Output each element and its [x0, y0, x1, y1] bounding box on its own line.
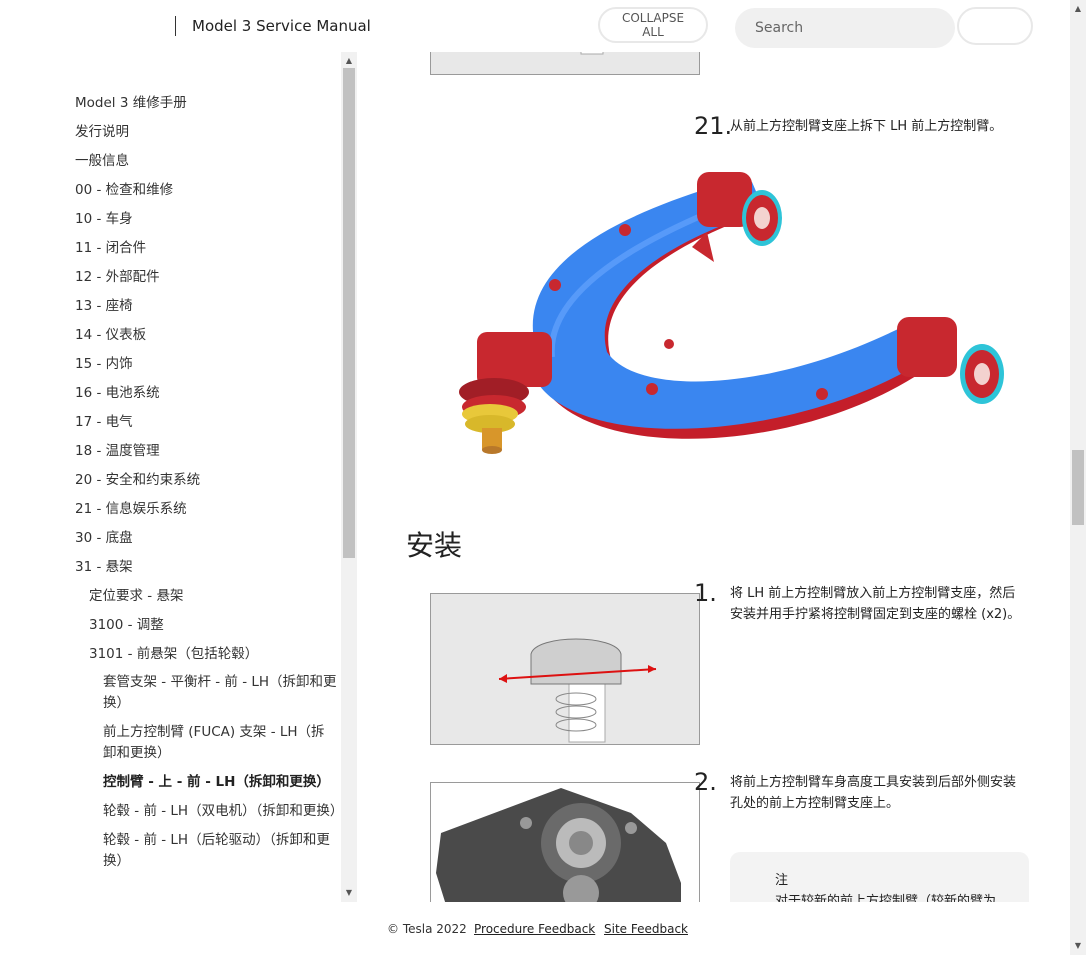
sidebar-item[interactable]: 一般信息	[75, 150, 337, 179]
sidebar-scrollbar-thumb[interactable]	[343, 68, 355, 558]
collapse-label-line2: ALL	[642, 25, 664, 39]
sidebar-item[interactable]: 15 - 内饰	[75, 353, 337, 382]
header: Model 3 Service Manual COLLAPSE ALL	[0, 0, 1070, 52]
collapse-label-line1: COLLAPSE	[621, 11, 685, 25]
page-scroll-down-arrow[interactable]: ▼	[1070, 939, 1086, 953]
site-feedback-link[interactable]: Site Feedback	[604, 922, 688, 936]
footer: © Tesla 2022 Procedure Feedback Site Fee…	[0, 902, 1070, 955]
sidebar-item[interactable]: 3101 - 前悬架（包括轮毂）	[75, 643, 337, 672]
step-1-image	[430, 593, 700, 745]
sidebar-item[interactable]: 00 - 检查和维修	[75, 179, 337, 208]
page-scrollbar-thumb[interactable]	[1072, 450, 1084, 525]
step-2-number: 2.	[694, 768, 717, 796]
sidebar-item[interactable]: 轮毂 - 前 - LH（后轮驱动）（拆卸和更换）	[75, 830, 337, 872]
note-box: 注 对于较新的前上方控制臂（较新的臂为	[730, 852, 1029, 902]
sidebar-item[interactable]: 21 - 信息娱乐系统	[75, 498, 337, 527]
sidebar-nav: Model 3 维修手册 发行说明 一般信息 00 - 检查和维修 10 - 车身 11 …	[75, 92, 343, 880]
logo-divider	[175, 16, 176, 36]
step-1-text: 将 LH 前上方控制臂放入前上方控制臂支座，然后安装并用手拧紧将控制臂固定到支座…	[730, 586, 1021, 622]
sidebar-item[interactable]: 发行说明	[75, 121, 337, 150]
step-21-number: 21.	[694, 112, 733, 140]
step-2-illustration	[436, 788, 681, 902]
sidebar-item[interactable]: 11 - 闭合件	[75, 237, 337, 266]
sidebar-item[interactable]: 轮毂 - 前 - LH（双电机）（拆卸和更换）	[75, 801, 343, 822]
sidebar-item[interactable]: Model 3 维修手册	[75, 92, 337, 121]
sidebar-item[interactable]: 3100 - 调整	[75, 614, 337, 643]
step-2-image	[430, 782, 700, 902]
step-1-number: 1.	[694, 579, 717, 607]
procedure-feedback-link[interactable]: Procedure Feedback	[474, 922, 595, 936]
sidebar-item[interactable]: 12 - 外部配件	[75, 266, 337, 295]
sidebar-item[interactable]: 13 - 座椅	[75, 295, 337, 324]
sidebar-item[interactable]: 前上方控制臂 (FUCA) 支架 - LH（拆卸和更换）	[75, 722, 337, 764]
sidebar-item[interactable]: 定位要求 - 悬架	[75, 585, 337, 614]
sidebar-item[interactable]: 17 - 电气	[75, 411, 337, 440]
step-2-text: 将前上方控制臂车身高度工具安装到后部外侧安装孔处的前上方控制臂支座上。	[730, 775, 1017, 811]
previous-step-illustration	[580, 52, 604, 55]
control-arm-image	[459, 172, 1004, 454]
sidebar-item[interactable]: 套管支架 - 平衡杆 - 前 - LH（拆卸和更换）	[75, 672, 337, 714]
copyright-text: © Tesla 2022	[387, 922, 467, 936]
sidebar-item[interactable]: 10 - 车身	[75, 208, 337, 237]
sidebar-item[interactable]: 控制臂 - 上 - 前 - LH（拆卸和更换）	[75, 772, 337, 793]
sidebar-scroll-down-arrow[interactable]: ▼	[341, 886, 357, 900]
previous-step-image	[430, 52, 700, 75]
note-text: 对于较新的前上方控制臂（较新的臂为	[775, 894, 997, 902]
main-content: 21. 从前上方控制臂支座上拆下 LH 前上方控制臂。 安装 1. 将 LH 前…	[357, 52, 1070, 902]
note-title: 注	[775, 873, 789, 888]
sidebar: Model 3 维修手册 发行说明 一般信息 00 - 检查和维修 10 - 车身 11 …	[0, 52, 357, 902]
sidebar-scroll-up-arrow[interactable]: ▲	[341, 54, 357, 68]
sidebar-item[interactable]: 16 - 电池系统	[75, 382, 337, 411]
sidebar-item[interactable]: 20 - 安全和约束系统	[75, 469, 337, 498]
sidebar-item[interactable]: 18 - 温度管理	[75, 440, 337, 469]
sidebar-item[interactable]: 31 - 悬架	[75, 556, 337, 585]
sidebar-item[interactable]: 14 - 仪表板	[75, 324, 337, 353]
install-heading: 安装	[406, 529, 463, 562]
header-action-button[interactable]	[957, 7, 1033, 45]
search-input[interactable]	[735, 8, 955, 48]
page-scroll-up-arrow[interactable]: ▲	[1070, 2, 1086, 16]
sidebar-item[interactable]: 30 - 底盘	[75, 527, 337, 556]
site-title[interactable]: Model 3 Service Manual	[192, 17, 371, 35]
step-1-illustration	[498, 638, 657, 743]
collapse-all-button[interactable]: COLLAPSE ALL	[598, 7, 708, 43]
step-21-text: 从前上方控制臂支座上拆下 LH 前上方控制臂。	[730, 119, 1003, 134]
